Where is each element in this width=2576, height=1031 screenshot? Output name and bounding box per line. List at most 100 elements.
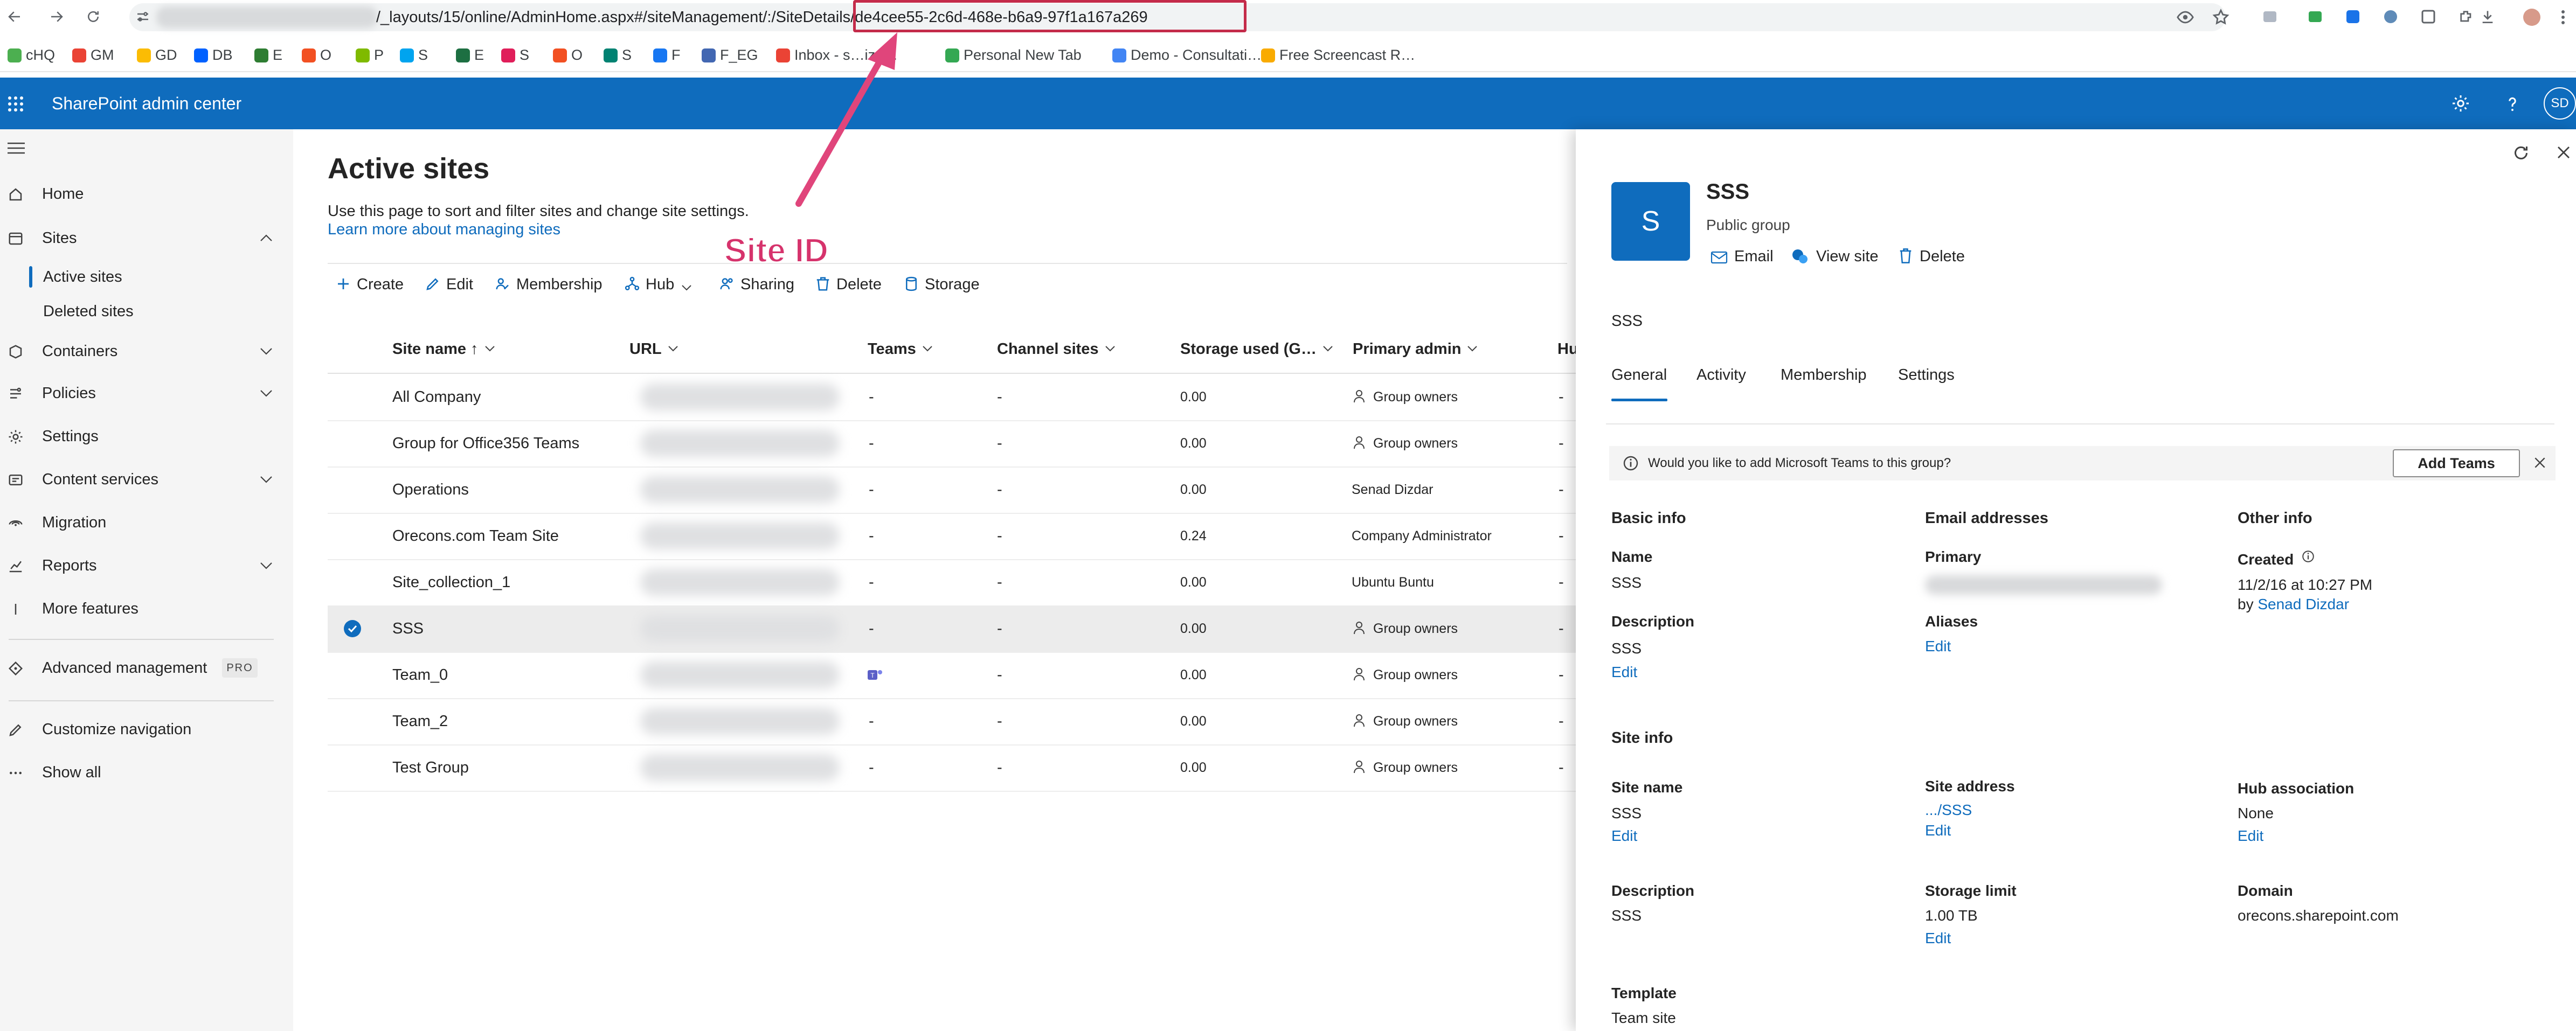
column-header[interactable]: Teams — [868, 338, 933, 360]
bookmark-item[interactable]: O — [553, 45, 583, 65]
back-icon[interactable] — [6, 9, 23, 25]
column-header[interactable]: Storage used (G… — [1180, 338, 1334, 360]
nav-subitem-deleted-sites[interactable]: Deleted sites — [43, 294, 134, 329]
extension-icon[interactable] — [2261, 8, 2279, 25]
extension-icon[interactable] — [2420, 8, 2437, 25]
bookmark-item[interactable]: GM — [72, 45, 114, 65]
delete-action[interactable]: Delete — [1898, 246, 1965, 267]
site-name-cell[interactable]: SSS — [392, 605, 424, 652]
chevron-down-icon[interactable] — [259, 346, 274, 357]
column-header[interactable]: Channel sites — [997, 338, 1116, 360]
sharing-button[interactable]: Sharing — [719, 274, 794, 295]
forward-icon[interactable] — [49, 9, 65, 25]
bookmark-item[interactable]: S — [501, 45, 529, 65]
column-header[interactable]: Primary admin — [1353, 338, 1478, 360]
table-row[interactable]: Test Group - - 0.00 Group owners - — [328, 744, 1583, 792]
column-header[interactable]: URL — [629, 338, 679, 360]
table-row[interactable]: SSS - - 0.00 Group owners - — [328, 605, 1583, 653]
nav-item-settings[interactable]: Settings — [0, 417, 293, 456]
storage-button[interactable]: Storage — [903, 274, 980, 295]
bookmark-item[interactable]: DB — [194, 45, 233, 65]
bookmark-item[interactable]: E — [456, 45, 484, 65]
membership-button[interactable]: Membership — [495, 274, 603, 295]
puzzle-icon[interactable] — [2457, 8, 2475, 25]
nav-item-policies[interactable]: Policies — [0, 374, 293, 413]
storage-limit-edit-link[interactable]: Edit — [1925, 930, 1951, 947]
bookmark-item[interactable]: GD — [137, 45, 177, 65]
bookmark-item[interactable]: cHQ — [8, 45, 55, 65]
tab-settings[interactable]: Settings — [1898, 366, 1955, 384]
bookmark-item[interactable]: F — [653, 45, 681, 65]
site-name-cell[interactable]: Orecons.com Team Site — [392, 513, 559, 559]
table-row[interactable]: Orecons.com Team Site - - 0.24 Company Admin… — [328, 513, 1583, 560]
table-row[interactable]: All Company - - 0.00 Group owners - — [328, 374, 1583, 421]
column-header[interactable]: Site name ↑ — [392, 338, 496, 360]
site-name-cell[interactable]: Team_0 — [392, 652, 448, 698]
gear-icon[interactable] — [2451, 94, 2470, 113]
column-header[interactable]: Hu — [1557, 338, 1578, 360]
create-button[interactable]: Create — [335, 274, 404, 295]
nav-item-reports[interactable]: Reports — [0, 546, 293, 585]
bookmark-item[interactable]: F_EG — [702, 45, 758, 65]
site-name-cell[interactable]: Group for Office356 Teams — [392, 420, 579, 466]
site-name-cell[interactable]: Operations — [392, 466, 469, 513]
bookmark-item[interactable]: S — [604, 45, 632, 65]
bookmark-item[interactable]: Free Screencast R… — [1261, 45, 1415, 65]
extension-icon[interactable] — [2382, 8, 2399, 25]
extension-icon[interactable] — [2307, 8, 2324, 25]
nav-subitem-active-sites[interactable]: Active sites — [43, 260, 122, 294]
eye-icon[interactable] — [2176, 8, 2194, 26]
site-info-icon[interactable] — [135, 9, 151, 25]
nav-item-content-services[interactable]: Content services — [0, 460, 293, 499]
site-name-cell[interactable]: Site_collection_1 — [392, 559, 510, 605]
bookmark-item[interactable]: P — [356, 45, 384, 65]
nav-item-home[interactable]: Home — [0, 175, 293, 213]
delete-button[interactable]: Delete — [815, 274, 882, 295]
reload-icon[interactable] — [85, 9, 101, 25]
info-icon[interactable] — [2301, 549, 2315, 563]
bookmark-item[interactable]: E — [254, 45, 282, 65]
nav-item-migration[interactable]: Migration — [0, 503, 293, 542]
download-icon[interactable] — [2479, 8, 2496, 25]
description-edit-link[interactable]: Edit — [1611, 664, 1637, 681]
site-name-edit-link[interactable]: Edit — [1611, 827, 1637, 845]
bookmark-item[interactable]: S — [400, 45, 428, 65]
nav-item-customize-navigation[interactable]: Customize navigation — [0, 710, 293, 749]
table-row[interactable]: Group for Office356 Teams - - 0.00 Group own… — [328, 420, 1583, 468]
edit-button[interactable]: Edit — [425, 274, 473, 295]
chevron-down-icon[interactable] — [259, 560, 274, 571]
created-by-link[interactable]: Senad Dizdar — [2258, 596, 2349, 612]
table-row[interactable]: Operations - - 0.00 Senad Dizdar - — [328, 466, 1583, 514]
bookmark-item[interactable]: O — [302, 45, 331, 65]
site-address-edit-link[interactable]: Edit — [1925, 822, 1951, 839]
profile-avatar[interactable] — [2522, 8, 2542, 27]
bookmark-item[interactable]: Personal New Tab — [945, 45, 1082, 65]
tab-general[interactable]: General — [1611, 366, 1667, 384]
nav-item-show-all[interactable]: Show all — [0, 753, 293, 792]
learn-more-link[interactable]: Learn more about managing sites — [328, 221, 560, 239]
site-address-value[interactable]: .../SSS — [1925, 802, 1972, 819]
email-action[interactable]: Email — [1711, 246, 1774, 267]
close-icon[interactable] — [2556, 144, 2572, 161]
nav-item-containers[interactable]: Containers — [0, 332, 293, 371]
table-row[interactable]: Site_collection_1 - - 0.00 Ubuntu Buntu - — [328, 559, 1583, 607]
app-launcher-icon[interactable] — [8, 96, 24, 112]
bookmark-item[interactable]: Demo - Consultati… — [1112, 45, 1262, 65]
extension-icon[interactable] — [2344, 8, 2362, 25]
nav-item-more-features[interactable]: More features — [0, 589, 293, 628]
table-row[interactable]: Team_2 - - 0.00 Group owners - — [328, 698, 1583, 746]
chevron-down-icon[interactable] — [259, 388, 274, 399]
tab-membership[interactable]: Membership — [1781, 366, 1867, 384]
row-selected-check-icon[interactable] — [344, 620, 361, 637]
star-icon[interactable] — [2212, 8, 2230, 26]
hamburger-icon[interactable] — [8, 141, 25, 155]
tab-activity[interactable]: Activity — [1696, 366, 1746, 384]
view-site-action[interactable]: View site — [1791, 246, 1879, 267]
dismiss-icon[interactable] — [2533, 456, 2547, 470]
nav-item-sites[interactable]: Sites — [0, 219, 293, 257]
user-avatar[interactable]: SD — [2544, 87, 2576, 120]
chevron-down-icon[interactable] — [259, 474, 274, 485]
site-name-cell[interactable]: Test Group — [392, 744, 469, 791]
table-row[interactable]: Team_0 T - 0.00 Group owners - — [328, 652, 1583, 699]
refresh-icon[interactable] — [2511, 143, 2531, 163]
